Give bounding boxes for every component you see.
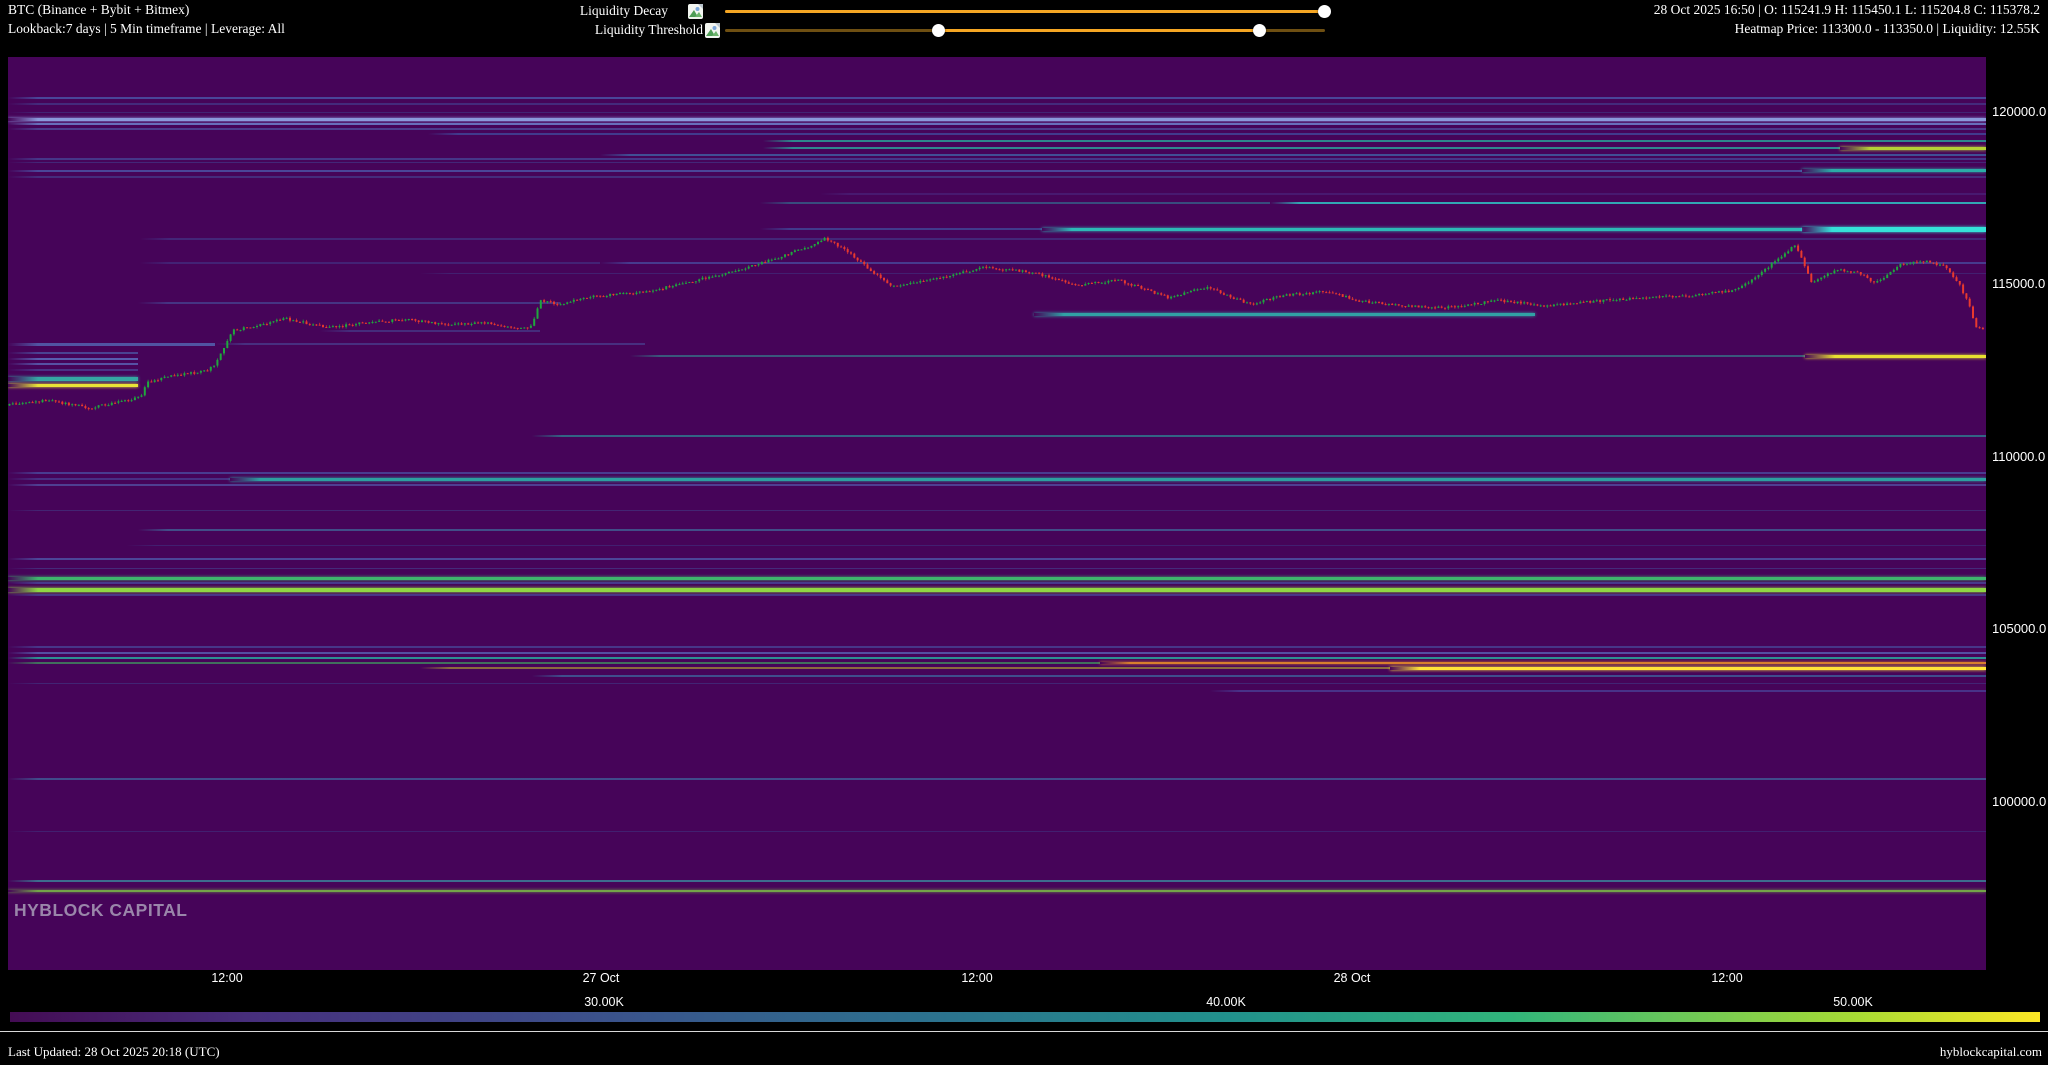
liquidity-colorbar xyxy=(10,1012,2040,1022)
liquidity-threshold-label: Liquidity Threshold xyxy=(595,22,703,38)
liquidity-threshold-high-handle[interactable] xyxy=(1253,24,1266,37)
image-placeholder-icon xyxy=(688,4,703,19)
liquidity-threshold-slider-row: Liquidity Threshold xyxy=(0,21,1400,40)
liquidity-threshold-track[interactable] xyxy=(725,29,1325,32)
heatmap-hover-readout: Heatmap Price: 113300.0 - 113350.0 | Liq… xyxy=(1735,21,2040,37)
heatmap-chart-canvas[interactable]: HYBLOCK CAPITAL xyxy=(8,57,1986,970)
liquidity-decay-label: Liquidity Decay xyxy=(580,3,668,19)
last-updated-text: Last Updated: 28 Oct 2025 20:18 (UTC) xyxy=(8,1044,220,1060)
price-axis-tick: 120000.0 xyxy=(1992,104,2048,119)
website-link[interactable]: hyblockcapital.com xyxy=(1940,1044,2042,1060)
candlestick-layer xyxy=(8,57,1986,970)
ohlc-readout: 28 Oct 2025 16:50 | O: 115241.9 H: 11545… xyxy=(1654,2,2040,18)
liquidity-threshold-low-handle[interactable] xyxy=(932,24,945,37)
hyblock-watermark: HYBLOCK CAPITAL xyxy=(14,900,187,921)
time-axis-tick: 12:00 xyxy=(211,971,242,985)
liquidation-heatmap-app: BTC (Binance + Bybit + Bitmex) Lookback:… xyxy=(0,0,2048,1065)
time-axis-tick: 12:00 xyxy=(961,971,992,985)
price-axis-tick: 105000.0 xyxy=(1992,621,2048,636)
colorbar-tick: 50.00K xyxy=(1833,995,1873,1009)
colorbar-tick: 40.00K xyxy=(1206,995,1246,1009)
liquidity-decay-fill xyxy=(725,10,1325,13)
price-axis-tick: 110000.0 xyxy=(1992,449,2048,464)
footer-divider xyxy=(0,1031,2048,1032)
colorbar-tick: 30.00K xyxy=(584,995,624,1009)
image-placeholder-icon xyxy=(705,23,720,38)
liquidity-decay-handle[interactable] xyxy=(1318,5,1331,18)
time-axis-tick: 27 Oct xyxy=(583,971,620,985)
time-axis-tick: 12:00 xyxy=(1711,971,1742,985)
price-axis-tick: 100000.0 xyxy=(1992,794,2048,809)
time-axis-tick: 28 Oct xyxy=(1334,971,1371,985)
price-axis-tick: 115000.0 xyxy=(1992,276,2048,291)
liquidity-threshold-fill xyxy=(938,29,1259,32)
liquidity-decay-slider-row: Liquidity Decay xyxy=(0,2,1400,21)
liquidity-decay-track[interactable] xyxy=(725,10,1325,13)
